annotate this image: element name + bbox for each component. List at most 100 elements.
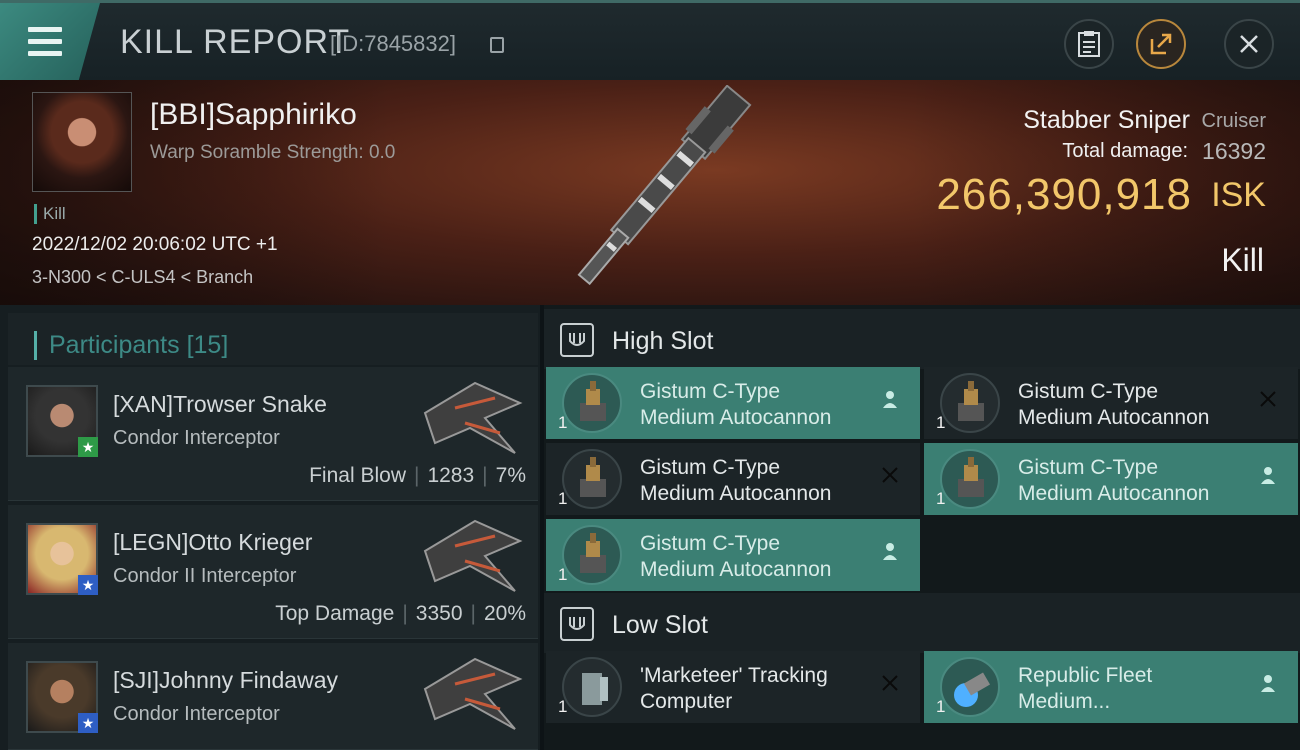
copy-icon[interactable] — [490, 37, 504, 53]
kill-tag: Kill — [34, 204, 66, 224]
high-slot-header: High Slot — [544, 309, 1300, 369]
module-item[interactable]: 1 Gistum C-Type Medium Autocannon — [924, 443, 1298, 515]
tracking-computer-icon — [562, 657, 622, 717]
fitting-panel: High Slot 1 Gistum C-Type Medium Autocan… — [544, 305, 1300, 750]
isk-value: 266,390,918 — [936, 170, 1192, 219]
low-slot-title: Low Slot — [612, 611, 708, 639]
module-name-line1: Republic Fleet — [1018, 664, 1153, 687]
module-name-line1: Gistum C-Type — [1018, 456, 1159, 479]
participant-ship: Condor Interceptor — [113, 703, 280, 725]
participant-name: [SJI]Johnny Findaway — [113, 667, 339, 693]
module-quantity: 1 — [558, 697, 568, 716]
participants-panel: Participants [15] ★ [XAN]Trowser Snake C… — [0, 305, 540, 750]
avatar[interactable]: ★ — [26, 523, 98, 595]
module-item[interactable]: 1 'Marketeer' Tracking Computer — [546, 651, 920, 723]
module-name: Gistum C-Type Medium Autocannon — [1018, 379, 1209, 431]
top-bar: KILL REPORT [ID:7845832] — [0, 0, 1300, 83]
module-name-line2: Computer — [640, 690, 733, 713]
participants-count: [15] — [186, 331, 229, 359]
star-icon: ★ — [78, 437, 98, 457]
module-name: Gistum C-Type Medium Autocannon — [640, 455, 831, 507]
autocannon-icon — [940, 449, 1000, 509]
module-quantity: 1 — [558, 413, 568, 432]
participant-damage: 3350 — [415, 602, 463, 625]
person-icon — [1256, 465, 1280, 489]
participants-title: Participants [15] — [34, 331, 228, 360]
participant-role: Final Blow — [309, 464, 406, 487]
participant-role: Top Damage — [275, 602, 395, 625]
participant-ship: Condor Interceptor — [113, 427, 280, 449]
participant-ship-image — [423, 381, 523, 454]
victim-banner: [BBI]Sapphiriko Warp Soramble Strength: … — [0, 80, 1300, 305]
separator: | — [470, 602, 476, 625]
participant-card[interactable]: ★ [SJI]Johnny Findaway Condor Intercepto… — [8, 643, 538, 750]
high-slot-title: High Slot — [612, 327, 714, 355]
share-button[interactable] — [1136, 19, 1186, 69]
module-name-line1: Gistum C-Type — [640, 532, 781, 555]
module-name-line2: Medium Autocannon — [640, 558, 832, 581]
autocannon-icon — [940, 373, 1000, 433]
participants-header: Participants [15] — [8, 313, 538, 365]
module-name: Republic Fleet Medium... — [1018, 663, 1152, 715]
destroyed-x-icon — [1256, 389, 1280, 413]
participant-percent: 7% — [495, 464, 526, 487]
isk-unit: ISK — [1211, 176, 1266, 214]
module-item[interactable]: 1 Gistum C-Type Medium Autocannon — [546, 519, 920, 591]
low-slot-icon — [560, 607, 594, 641]
module-quantity: 1 — [936, 489, 946, 508]
module-item[interactable]: 1 Gistum C-Type Medium Autocannon — [924, 367, 1298, 439]
module-name-line2: Medium Autocannon — [640, 482, 832, 505]
share-icon — [1150, 33, 1172, 55]
module-item[interactable]: 1 Gistum C-Type Medium Autocannon — [546, 367, 920, 439]
kill-datetime: 2022/12/02 20:06:02 UTC +1 — [32, 234, 278, 255]
participant-ship-image — [423, 519, 523, 592]
module-name-line1: Gistum C-Type — [1018, 380, 1159, 403]
participant-name: [XAN]Trowser Snake — [113, 391, 327, 417]
module-item[interactable]: 1 Republic Fleet Medium... — [924, 651, 1298, 723]
avatar[interactable]: ★ — [26, 385, 98, 457]
high-slot-icon — [560, 323, 594, 357]
participant-name: [LEGN]Otto Krieger — [113, 529, 313, 555]
victim-name[interactable]: [BBI]Sapphiriko — [150, 98, 357, 132]
module-name-line2: Medium Autocannon — [1018, 406, 1210, 429]
menu-icon — [28, 27, 62, 32]
avatar[interactable]: ★ — [26, 661, 98, 733]
participant-ship: Condor II Interceptor — [113, 565, 297, 587]
participant-card[interactable]: ★ [LEGN]Otto Krieger Condor II Intercept… — [8, 505, 538, 639]
warp-scramble-strength: Warp Soramble Strength: 0.0 — [150, 142, 396, 163]
menu-icon-bar — [28, 39, 62, 44]
autocannon-icon — [562, 449, 622, 509]
module-quantity: 1 — [936, 697, 946, 716]
clipboard-button[interactable] — [1064, 19, 1114, 69]
module-name-line2: Medium Autocannon — [1018, 482, 1210, 505]
menu-button[interactable] — [0, 3, 100, 83]
victim-ship-name[interactable]: Stabber Sniper — [1023, 106, 1190, 135]
module-name: Gistum C-Type Medium Autocannon — [640, 379, 831, 431]
participant-card[interactable]: ★ [XAN]Trowser Snake Condor Interceptor … — [8, 367, 538, 501]
menu-icon-bar — [28, 51, 62, 56]
victim-ship-class: Cruiser — [1201, 110, 1266, 132]
clipboard-icon — [1078, 31, 1100, 57]
module-name: 'Marketeer' Tracking Computer — [640, 663, 828, 715]
participant-stats: Final Blow | 1283 | 7% — [309, 464, 526, 488]
destroyed-x-icon — [878, 465, 902, 489]
module-item[interactable]: 1 Gistum C-Type Medium Autocannon — [546, 443, 920, 515]
close-button[interactable] — [1224, 19, 1274, 69]
participant-damage: 1283 — [427, 464, 475, 487]
module-name-line2: Medium Autocannon — [640, 406, 832, 429]
kill-location[interactable]: 3-N300 < C-ULS4 < Branch — [32, 267, 253, 288]
separator: | — [402, 602, 408, 625]
participant-percent: 20% — [483, 602, 526, 625]
autocannon-icon — [562, 525, 622, 585]
participant-stats: Top Damage | 3350 | 20% — [275, 602, 526, 626]
victim-portrait[interactable] — [32, 92, 132, 192]
module-quantity: 1 — [558, 489, 568, 508]
participants-label: Participants — [49, 331, 180, 359]
person-icon — [878, 389, 902, 413]
separator: | — [413, 464, 420, 487]
victim-ship-image — [577, 85, 752, 286]
report-id: [ID:7845832] — [330, 31, 456, 56]
total-damage-label: Total damage: — [1062, 140, 1188, 162]
destroyed-x-icon — [878, 673, 902, 697]
module-name-line1: 'Marketeer' Tracking — [640, 664, 828, 687]
